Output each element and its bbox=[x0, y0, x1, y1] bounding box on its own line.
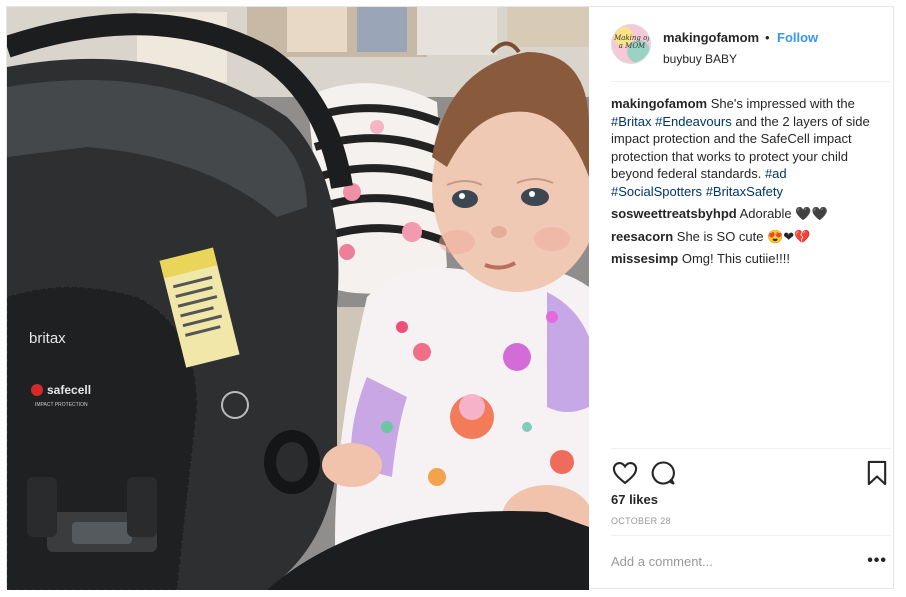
avatar[interactable]: Making of a MOM bbox=[611, 24, 651, 64]
hashtag-link[interactable]: #BritaxSafety bbox=[706, 184, 783, 199]
add-comment-bar: ••• bbox=[611, 535, 891, 590]
comment-username[interactable]: reesacorn bbox=[611, 229, 673, 244]
post-header: Making of a MOM makingofamom • Follow bu… bbox=[611, 21, 895, 83]
comment-text: Adorable 🖤🖤 bbox=[739, 206, 828, 221]
seat-tech-subtitle: IMPACT PROTECTION bbox=[35, 402, 88, 408]
bookmark-icon[interactable] bbox=[863, 459, 891, 487]
post-sidebar: Making of a MOM makingofamom • Follow bu… bbox=[589, 7, 895, 590]
comment-text: Omg! This cutiie!!!! bbox=[681, 251, 790, 266]
post-photo-illustration: britax safecell IMPACT PROTECTION bbox=[7, 7, 589, 590]
seat-tech-logo: safecell bbox=[47, 383, 91, 397]
comment-item: makingofamom She's impressed with the #B… bbox=[611, 95, 879, 200]
separator-dot: • bbox=[765, 30, 770, 45]
comment-item: sosweettreatsbyhpd Adorable 🖤🖤 bbox=[611, 205, 879, 223]
hashtag-link[interactable]: #Britax bbox=[611, 114, 651, 129]
hashtag-link[interactable]: #Endeavours bbox=[655, 114, 732, 129]
comment-item: reesacorn She is SO cute 😍❤💔 bbox=[611, 228, 879, 246]
post-date[interactable]: OCTOBER 28 bbox=[611, 516, 671, 526]
header-divider bbox=[611, 81, 891, 82]
post-photo[interactable]: britax safecell IMPACT PROTECTION bbox=[7, 7, 589, 590]
follow-button[interactable]: Follow bbox=[777, 30, 818, 45]
more-options-button[interactable]: ••• bbox=[867, 552, 887, 570]
hashtag-link[interactable]: #ad bbox=[765, 166, 787, 181]
comments-list: makingofamom She's impressed with the #B… bbox=[611, 95, 879, 273]
comment-icon[interactable] bbox=[649, 459, 677, 487]
comment-username[interactable]: sosweettreatsbyhpd bbox=[611, 206, 737, 221]
comment-item: missesimp Omg! This cutiie!!!! bbox=[611, 250, 879, 268]
seat-brand-logo: britax bbox=[29, 330, 66, 347]
heart-icon[interactable] bbox=[611, 459, 639, 487]
instagram-post: britax safecell IMPACT PROTECTION Making… bbox=[6, 6, 895, 590]
comment-username[interactable]: makingofamom bbox=[611, 96, 707, 111]
hashtag-link[interactable]: #SocialSpotters bbox=[611, 184, 702, 199]
avatar-logo-text: Making of a MOM bbox=[614, 34, 650, 50]
add-comment-input[interactable] bbox=[611, 554, 851, 569]
comment-text: She's impressed with the bbox=[710, 96, 855, 111]
username-link[interactable]: makingofamom bbox=[663, 30, 759, 45]
comment-username[interactable]: missesimp bbox=[611, 251, 678, 266]
comment-text: She is SO cute 😍❤💔 bbox=[676, 228, 811, 244]
likes-count[interactable]: 67 likes bbox=[611, 492, 658, 507]
location-link[interactable]: buybuy BABY bbox=[663, 52, 737, 66]
